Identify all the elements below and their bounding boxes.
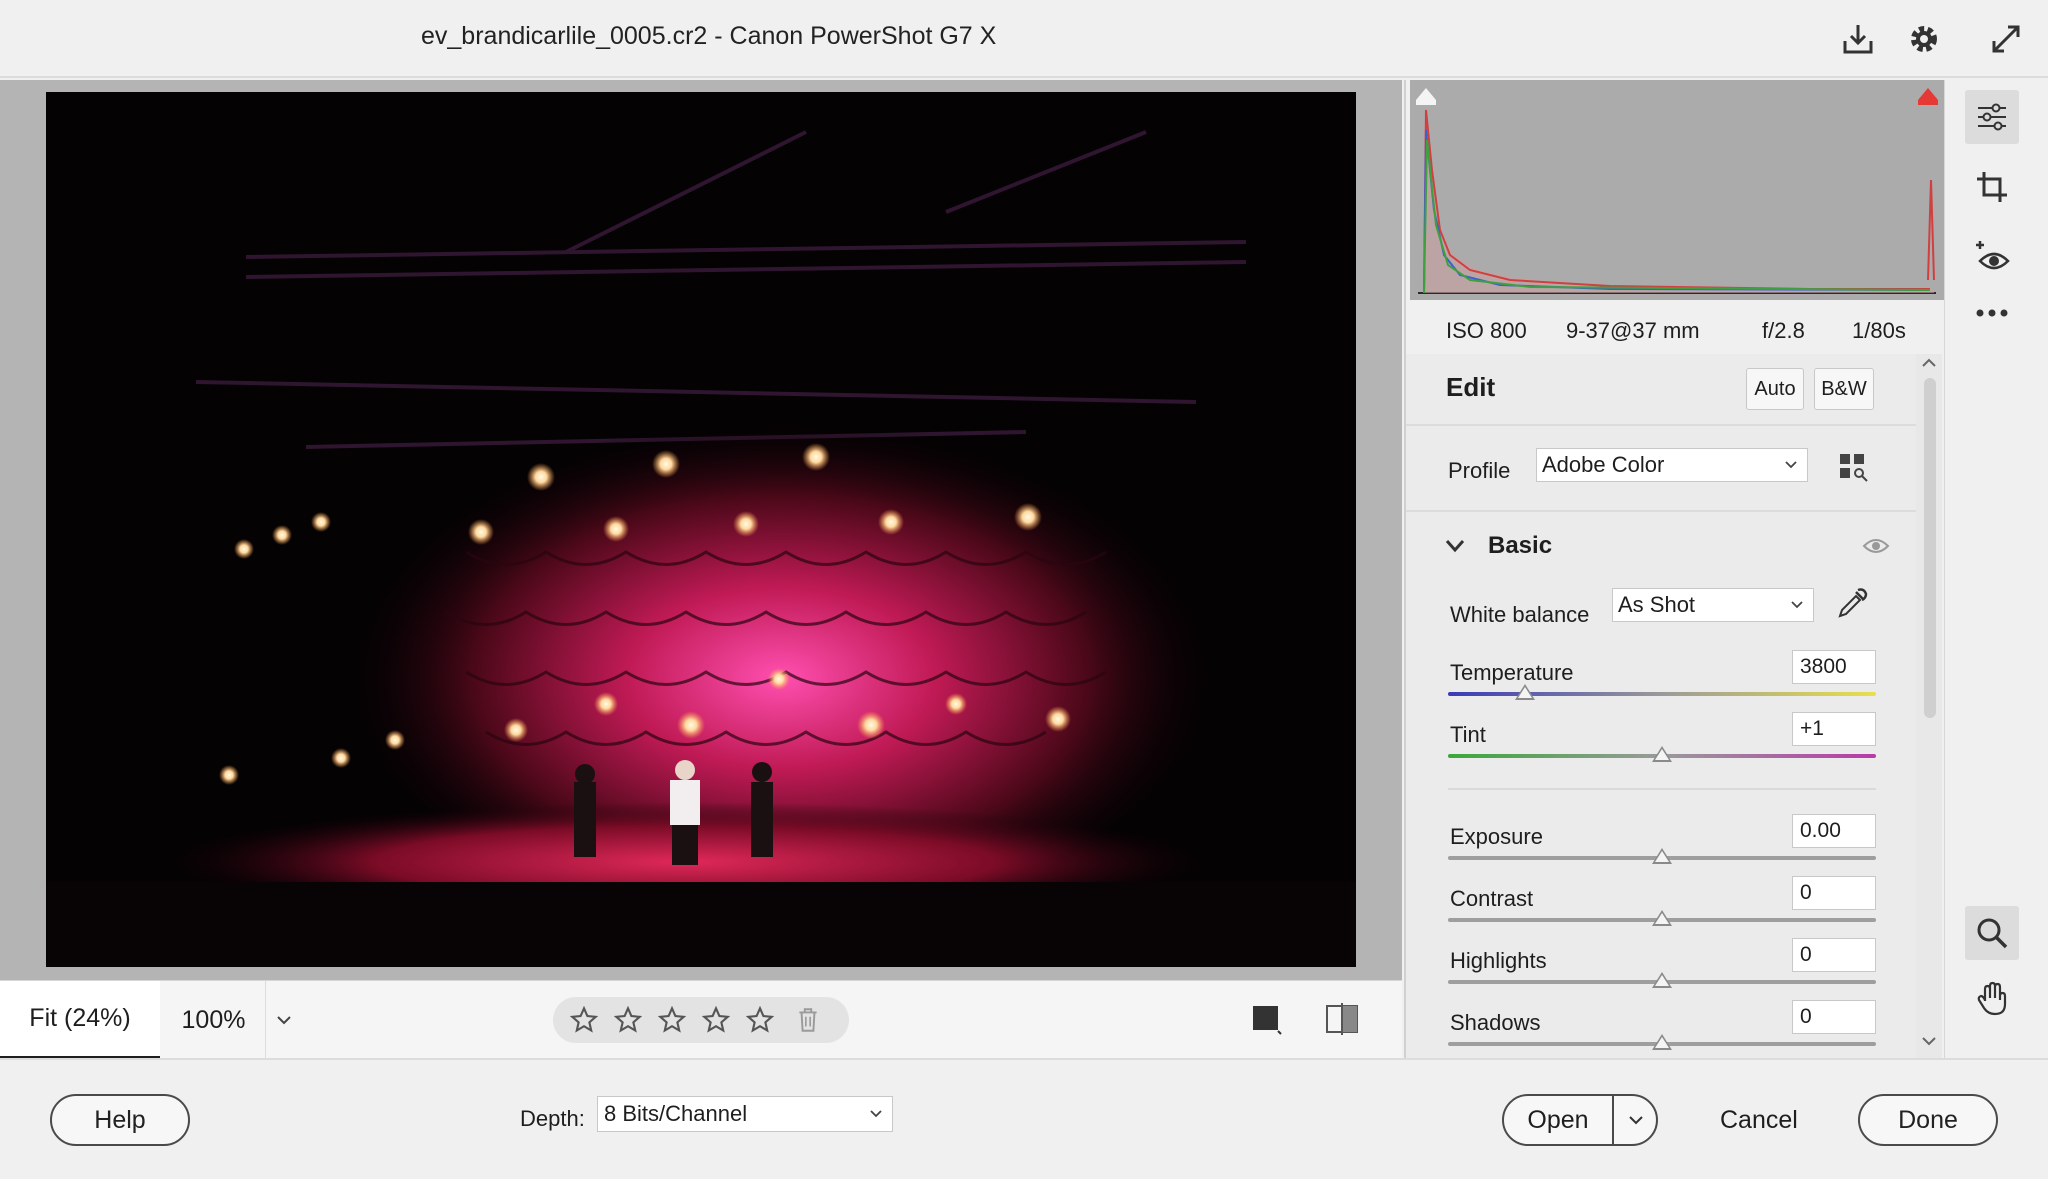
highlights-input[interactable]: 0 <box>1792 938 1876 972</box>
window-title: ev_brandicarlile_0005.cr2 - Canon PowerS… <box>421 22 997 50</box>
shadow-clipping-warning-icon[interactable] <box>1412 82 1440 110</box>
depth-value: 8 Bits/Channel <box>604 1101 748 1126</box>
basic-section-header[interactable]: Basic <box>1406 514 1916 578</box>
depth-label: Depth: <box>520 1106 585 1131</box>
dialog-footer: Help Depth: 8 Bits/Channel Open Cancel D… <box>0 1058 2048 1179</box>
edit-header: Edit Auto B&W <box>1406 354 1916 426</box>
exif-info: ISO 800 9-37@37 mm f/2.8 1/80s <box>1406 302 1942 352</box>
red-eye-icon[interactable] <box>1965 230 2019 284</box>
hand-tool-icon[interactable] <box>1965 972 2019 1026</box>
contrast-input[interactable]: 0 <box>1792 876 1876 910</box>
canvas-toolbar: Fit (24%) 100% <box>0 980 1402 1059</box>
scrollbar-thumb[interactable] <box>1924 378 1936 718</box>
fullscreen-icon[interactable] <box>1984 17 2028 61</box>
open-split-button: Open <box>1502 1094 1658 1146</box>
open-options-toggle[interactable] <box>1616 1096 1656 1144</box>
contrast-thumb[interactable] <box>1652 910 1672 926</box>
profile-browser-icon[interactable] <box>1838 450 1870 482</box>
chevron-up-icon[interactable] <box>1920 356 1938 370</box>
title-bar: ev_brandicarlile_0005.cr2 - Canon PowerS… <box>0 0 2048 78</box>
star-icon-3[interactable] <box>655 1003 689 1037</box>
zoom-dropdown-toggle[interactable] <box>268 981 300 1059</box>
chevron-down-icon[interactable] <box>1920 1034 1938 1048</box>
image-canvas[interactable] <box>0 80 1402 980</box>
exif-iso: ISO 800 <box>1446 318 1527 343</box>
shadows-thumb[interactable] <box>1652 1034 1672 1050</box>
crop-icon[interactable] <box>1965 160 2019 214</box>
profile-value: Adobe Color <box>1542 452 1665 477</box>
zoom-fit-button[interactable]: Fit (24%) <box>0 981 160 1059</box>
chevron-down-icon <box>1791 601 1803 609</box>
white-balance-select[interactable]: As Shot <box>1612 588 1814 622</box>
shadows-label: Shadows <box>1450 1010 1541 1035</box>
edit-panel: ISO 800 9-37@37 mm f/2.8 1/80s Edit Auto… <box>1404 80 1944 1058</box>
edit-scroll-area[interactable]: Edit Auto B&W Profile Adobe Color Basic … <box>1406 354 1916 1058</box>
zoom-tool-icon[interactable] <box>1965 906 2019 960</box>
chevron-down-icon <box>277 1016 291 1025</box>
chevron-down-icon <box>1629 1116 1643 1125</box>
profile-select[interactable]: Adobe Color <box>1536 448 1808 482</box>
tint-slider-row: Tint +1 <box>1406 712 1916 784</box>
profile-label: Profile <box>1448 458 1511 483</box>
done-button[interactable]: Done <box>1858 1094 1998 1146</box>
exposure-input[interactable]: 0.00 <box>1792 814 1876 848</box>
star-icon-5[interactable] <box>743 1003 777 1037</box>
gear-icon[interactable] <box>1902 17 1946 61</box>
edit-sliders-icon[interactable] <box>1965 90 2019 144</box>
star-icon-1[interactable] <box>567 1003 601 1037</box>
bw-button[interactable]: B&W <box>1814 368 1874 410</box>
save-icon[interactable] <box>1836 17 1880 61</box>
chevron-down-icon <box>870 1110 882 1118</box>
single-view-icon[interactable] <box>1244 997 1288 1041</box>
temperature-track[interactable] <box>1448 692 1876 696</box>
shadows-slider-row: Shadows 0 <box>1406 1000 1916 1058</box>
tint-thumb[interactable] <box>1652 746 1672 762</box>
depth-select[interactable]: 8 Bits/Channel <box>597 1096 893 1132</box>
zoom-100-button[interactable]: 100% <box>162 981 266 1059</box>
tint-input[interactable]: +1 <box>1792 712 1876 746</box>
visibility-eye-icon[interactable] <box>1862 534 1890 558</box>
auto-button[interactable]: Auto <box>1746 368 1804 410</box>
profile-row: Profile Adobe Color <box>1406 428 1916 512</box>
temperature-thumb[interactable] <box>1515 684 1536 700</box>
more-options-icon[interactable] <box>1965 286 2019 340</box>
highlights-thumb[interactable] <box>1652 972 1672 988</box>
edit-title: Edit <box>1446 372 1496 402</box>
histogram <box>1410 80 1944 300</box>
tool-rail <box>1944 80 2048 1058</box>
highlight-clipping-warning-icon[interactable] <box>1914 82 1942 110</box>
star-icon-4[interactable] <box>699 1003 733 1037</box>
concert-photo[interactable] <box>46 92 1356 967</box>
temperature-label: Temperature <box>1450 660 1574 685</box>
edit-scrollbar[interactable] <box>1916 354 1942 1058</box>
star-rating <box>553 997 849 1043</box>
trash-icon[interactable] <box>791 1003 825 1037</box>
exif-lens: 9-37@37 mm <box>1566 318 1700 343</box>
exposure-thumb[interactable] <box>1652 848 1672 864</box>
exif-shutter: 1/80s <box>1852 318 1906 343</box>
exif-aperture: f/2.8 <box>1762 318 1805 343</box>
contrast-label: Contrast <box>1450 886 1534 911</box>
basic-title: Basic <box>1488 532 1553 559</box>
before-after-view-icon[interactable] <box>1320 997 1364 1041</box>
tint-label: Tint <box>1450 722 1486 747</box>
open-button[interactable]: Open <box>1504 1096 1614 1144</box>
highlights-label: Highlights <box>1450 948 1547 973</box>
chevron-down-icon <box>1785 461 1797 469</box>
star-icon-2[interactable] <box>611 1003 645 1037</box>
exposure-label: Exposure <box>1450 824 1543 849</box>
white-balance-row: White balance As Shot <box>1406 580 1916 640</box>
shadows-input[interactable]: 0 <box>1792 1000 1876 1034</box>
chevron-down-icon <box>1445 540 1465 553</box>
help-button[interactable]: Help <box>50 1094 190 1146</box>
eyedropper-icon[interactable] <box>1834 586 1870 622</box>
white-balance-label: White balance <box>1450 602 1590 627</box>
temperature-input[interactable]: 3800 <box>1792 650 1876 684</box>
section-divider <box>1448 788 1876 790</box>
cancel-button[interactable]: Cancel <box>1720 1106 1798 1135</box>
white-balance-value: As Shot <box>1618 592 1696 617</box>
